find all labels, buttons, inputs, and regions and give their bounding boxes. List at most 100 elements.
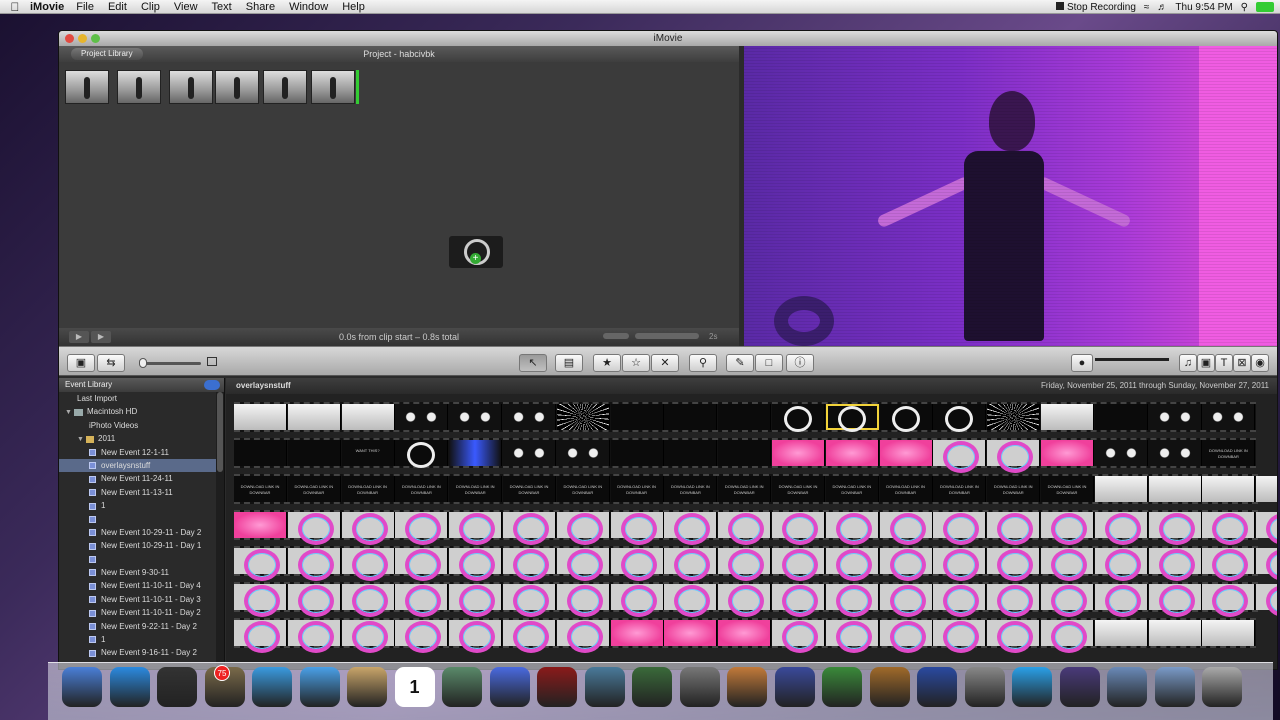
apple-menu-icon[interactable]:  xyxy=(0,0,30,14)
garageband-icon[interactable] xyxy=(869,667,910,707)
event-clip-thumbnail[interactable] xyxy=(1094,440,1148,466)
event-library-scrollbar[interactable] xyxy=(216,392,224,669)
event-clip-thumbnail[interactable] xyxy=(556,620,610,653)
voiceover-button[interactable]: ● xyxy=(1071,354,1093,372)
event-clip-thumbnail[interactable] xyxy=(772,548,825,581)
event-clip-thumbnail[interactable] xyxy=(1041,584,1094,617)
event-clip-thumbnail[interactable] xyxy=(556,440,610,466)
event-clip-thumbnail[interactable] xyxy=(610,548,664,581)
event-clip-thumbnail[interactable] xyxy=(933,440,987,473)
disclosure-triangle-icon[interactable]: ▼ xyxy=(77,433,86,446)
event-clip-thumbnail[interactable] xyxy=(610,440,664,466)
event-clip-thumbnail[interactable] xyxy=(664,512,718,545)
dashboard-icon[interactable] xyxy=(157,667,197,707)
title-browser-button[interactable]: T xyxy=(1215,354,1233,372)
event-clip-thumbnail[interactable] xyxy=(879,584,933,617)
event-clip-thumbnail[interactable] xyxy=(1148,548,1202,581)
scroll-thumb[interactable] xyxy=(217,392,223,472)
event-clip-thumbnail[interactable] xyxy=(234,584,287,617)
inspector-button[interactable]: ⓘ xyxy=(786,354,814,372)
event-library-item[interactable]: ▼ Macintosh HD xyxy=(59,405,224,418)
event-clip-thumbnail[interactable] xyxy=(449,620,503,653)
event-clip-thumbnail[interactable] xyxy=(772,512,825,545)
event-clip-thumbnail[interactable] xyxy=(395,440,449,468)
event-clip-thumbnail[interactable] xyxy=(718,620,772,646)
event-clip-thumbnail[interactable] xyxy=(879,440,933,466)
event-clip-thumbnail[interactable] xyxy=(234,404,287,430)
event-clip-thumbnail[interactable] xyxy=(503,440,556,466)
event-clip-thumbnail[interactable] xyxy=(449,512,503,545)
event-clip-thumbnail[interactable] xyxy=(503,620,556,653)
event-clip-thumbnail[interactable] xyxy=(287,548,341,581)
time-machine-icon[interactable] xyxy=(632,667,672,707)
event-clip-thumbnail[interactable] xyxy=(1148,512,1202,545)
event-clip-thumbnail[interactable] xyxy=(234,440,287,466)
video-viewer[interactable] xyxy=(744,46,1277,346)
event-clip-thumbnail[interactable] xyxy=(825,620,879,653)
event-library-item[interactable] xyxy=(59,513,224,526)
event-library-item[interactable]: iPhoto Videos xyxy=(59,419,224,432)
event-clip-thumbnail[interactable] xyxy=(234,620,287,653)
itunes-icon[interactable] xyxy=(489,667,530,707)
event-clip-thumbnail[interactable] xyxy=(664,440,718,466)
trash-icon[interactable] xyxy=(1202,667,1242,707)
event-clip-thumbnail[interactable] xyxy=(395,512,449,545)
event-clip-thumbnail[interactable]: DOWNLOAD LINK IN DOWNBAR xyxy=(234,476,287,502)
clip-filmstrip[interactable] xyxy=(234,618,1257,653)
event-clip-thumbnail[interactable] xyxy=(664,404,718,430)
event-clip-thumbnail[interactable] xyxy=(234,512,287,538)
event-clip-thumbnail[interactable] xyxy=(718,404,772,430)
event-clip-thumbnail[interactable] xyxy=(772,620,825,653)
iphoto-icon[interactable] xyxy=(584,667,625,707)
reject-button[interactable]: ✕ xyxy=(651,354,679,372)
event-clip-thumbnail[interactable] xyxy=(1256,512,1277,545)
event-clip-thumbnail[interactable] xyxy=(1148,620,1202,646)
event-clip-thumbnail[interactable] xyxy=(772,440,825,466)
event-library-item[interactable]: New Event 11-10-11 - Day 3 xyxy=(59,593,224,606)
event-clip-thumbnail[interactable]: DOWNLOAD LINK IN DOWNBAR xyxy=(556,476,610,502)
event-clip-thumbnail[interactable] xyxy=(1094,404,1148,430)
event-clip-thumbnail[interactable] xyxy=(341,620,395,653)
eyedropper-button[interactable]: ✎ xyxy=(726,354,754,372)
event-clip-thumbnail[interactable] xyxy=(234,548,287,581)
event-clip-thumbnail[interactable] xyxy=(610,512,664,545)
event-clip-thumbnail[interactable]: DOWNLOAD LINK IN DOWNBAR xyxy=(503,476,556,502)
event-clip-thumbnail[interactable] xyxy=(341,584,395,617)
menu-window[interactable]: Window xyxy=(289,1,328,13)
event-clip-thumbnail[interactable] xyxy=(825,404,879,432)
event-clip-thumbnail[interactable] xyxy=(1256,584,1277,617)
event-clip-thumbnail[interactable] xyxy=(933,584,987,617)
photo-booth-icon[interactable] xyxy=(537,667,577,707)
event-clip-thumbnail[interactable] xyxy=(1041,512,1094,545)
documents-folder-icon[interactable] xyxy=(1154,667,1195,707)
event-clip-thumbnail[interactable] xyxy=(395,548,449,581)
event-clip-thumbnail[interactable]: DOWNLOAD LINK IN DOWNBAR xyxy=(341,476,395,502)
event-library-item[interactable]: New Event 11-13-11 xyxy=(59,486,224,499)
disclosure-triangle-icon[interactable]: ▼ xyxy=(65,406,74,419)
event-clip-thumbnail[interactable]: DOWNLOAD LINK IN DOWNBAR xyxy=(879,476,933,502)
event-clip-thumbnail[interactable] xyxy=(1202,404,1256,430)
event-clip-thumbnail[interactable] xyxy=(503,512,556,545)
event-clip-thumbnail[interactable]: DOWNLOAD LINK IN DOWNBAR xyxy=(825,476,879,502)
keyword-button[interactable]: ⚲ xyxy=(689,354,717,372)
event-clip-thumbnail[interactable] xyxy=(825,512,879,545)
event-clip-thumbnail[interactable] xyxy=(987,512,1041,545)
clip-filmstrip[interactable] xyxy=(234,510,1277,545)
event-clip-thumbnail[interactable] xyxy=(987,620,1041,653)
photo-browser-button[interactable]: ▣ xyxy=(1197,354,1215,372)
skype-icon[interactable] xyxy=(1012,667,1052,707)
sketch-icon[interactable] xyxy=(964,667,1005,707)
event-clip-thumbnail[interactable] xyxy=(287,584,341,617)
event-library-item[interactable]: overlaysnstuff xyxy=(59,458,224,473)
zoom-button[interactable] xyxy=(91,34,100,43)
event-clip-thumbnail[interactable]: DOWNLOAD LINK IN DOWNBAR xyxy=(610,476,664,502)
transition-browser-button[interactable]: ⊠ xyxy=(1233,354,1251,372)
event-clip-thumbnail[interactable] xyxy=(395,584,449,617)
event-clip-thumbnail[interactable] xyxy=(1202,476,1256,502)
play-full-screen-button[interactable]: ▶ xyxy=(69,331,89,343)
event-clip-thumbnail[interactable] xyxy=(1041,620,1094,653)
event-clip-thumbnail[interactable]: WANT THIS? xyxy=(341,440,395,466)
event-clip-thumbnail[interactable] xyxy=(1148,476,1202,502)
event-clip-thumbnail[interactable] xyxy=(503,584,556,617)
stop-recording-item[interactable]: Stop Recording xyxy=(1055,1,1136,13)
